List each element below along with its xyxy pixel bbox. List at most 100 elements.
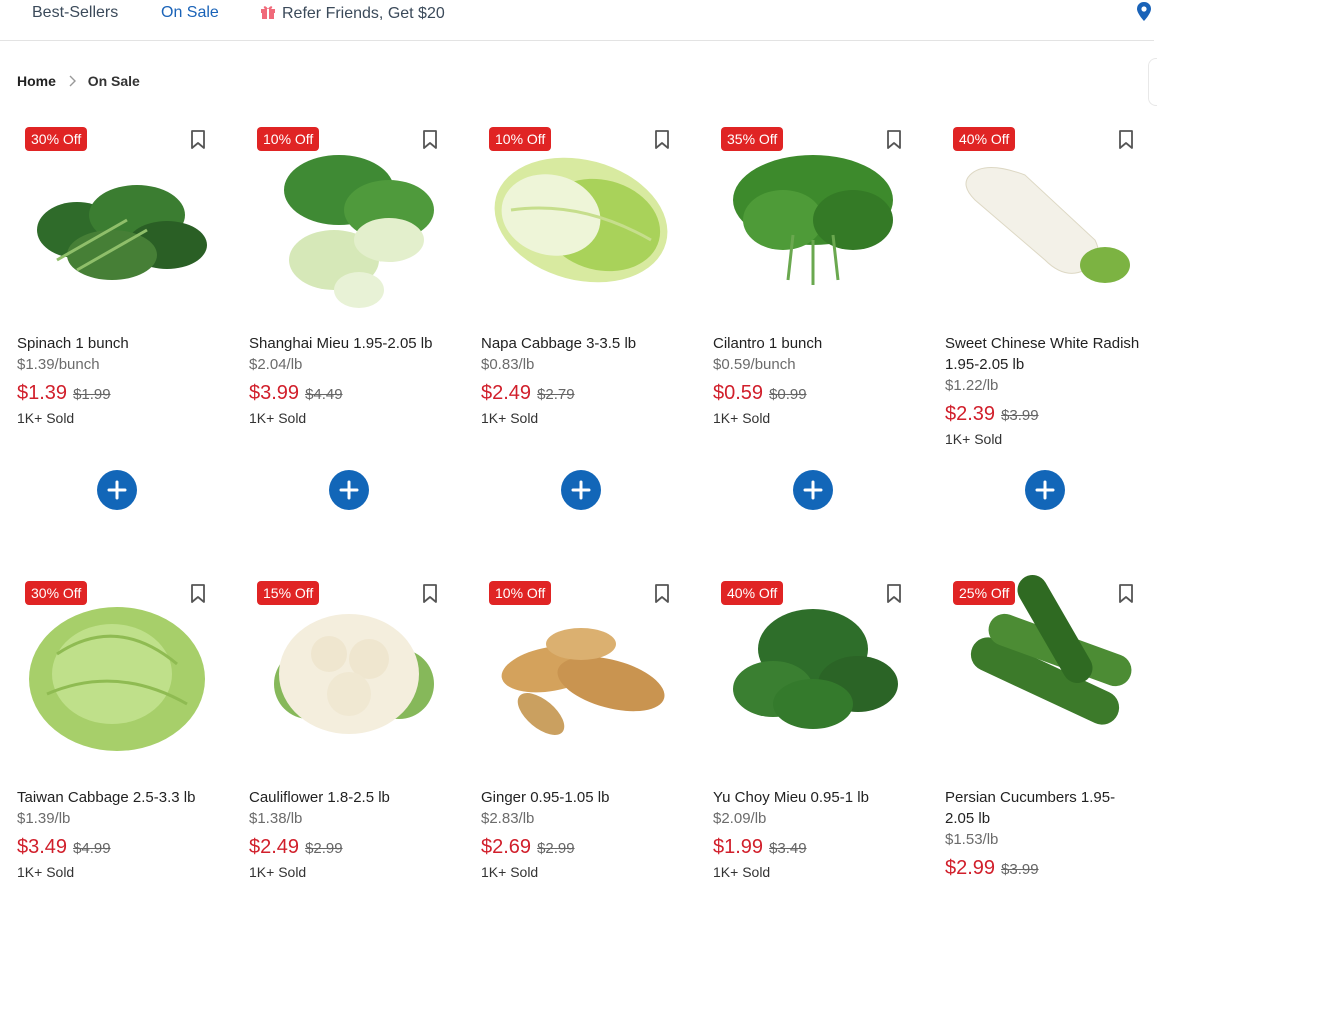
sale-price: $3.49: [17, 836, 68, 858]
product-info: Persian Cucumbers 1.95-2.05 lb $1.53/lb $2…: [945, 787, 1143, 880]
discount-badge: 10% Off: [489, 581, 552, 605]
product-name[interactable]: Ginger 0.95-1.05 lb: [481, 787, 679, 808]
sale-price: $2.99: [945, 857, 996, 879]
product-card[interactable]: 30% Off Taiwan Cabbage 2.5-3.3 lb $1.39/lb…: [17, 574, 217, 1014]
add-to-cart-button[interactable]: [1025, 470, 1065, 510]
sold-count: 1K+ Sold: [249, 864, 307, 880]
sale-price: $3.99: [249, 382, 300, 404]
product-card[interactable]: 15% Off Cauliflower 1.8-2.5 lb $1.38/lb $2.…: [249, 574, 449, 1014]
product-info: Ginger 0.95-1.05 lb $2.83/lb $2.69 $2.99 1K+…: [481, 787, 679, 881]
bookmark-icon[interactable]: [190, 130, 206, 150]
product-info: Yu Choy Mieu 0.95-1 lb $2.09/lb $1.99 $3.49…: [713, 787, 911, 881]
discount-badge: 10% Off: [257, 127, 320, 151]
price-row: $0.59 $0.99: [713, 381, 911, 405]
product-info: Spinach 1 bunch $1.39/bunch $1.39 $1.99 1K+ …: [17, 333, 215, 427]
sold-count: 1K+ Sold: [249, 410, 307, 426]
bookmark-icon[interactable]: [654, 584, 670, 604]
breadcrumb-current: On Sale: [87, 73, 140, 89]
location-pin-icon[interactable]: [1136, 2, 1152, 22]
unit-price: $2.04/lb: [249, 356, 303, 373]
product-name[interactable]: Yu Choy Mieu 0.95-1 lb: [713, 787, 911, 808]
unit-price: $0.59/bunch: [713, 356, 796, 373]
product-card[interactable]: 10% Off Ginger 0.95-1.05 lb $2.83/lb $2.69 $…: [481, 574, 681, 1014]
bookmark-icon[interactable]: [886, 130, 902, 150]
breadcrumb-home[interactable]: Home: [17, 73, 56, 89]
product-name[interactable]: Cilantro 1 bunch: [713, 333, 911, 354]
unit-price: $1.38/lb: [249, 810, 303, 827]
original-price: $4.49: [305, 386, 343, 403]
add-to-cart-button[interactable]: [97, 470, 137, 510]
price-row: $3.99 $4.49: [249, 381, 447, 405]
discount-badge: 30% Off: [25, 127, 88, 151]
add-to-cart-button[interactable]: [329, 470, 369, 510]
discount-badge: 40% Off: [953, 127, 1016, 151]
discount-badge: 35% Off: [721, 127, 784, 151]
sale-price: $0.59: [713, 382, 764, 404]
product-card[interactable]: 25% Off Persian Cucumbers 1.95-2.05 lb $1.…: [945, 574, 1145, 1014]
plus-icon: [1035, 480, 1055, 500]
product-name[interactable]: Persian Cucumbers 1.95-2.05 lb: [945, 787, 1143, 829]
product-info: Cauliflower 1.8-2.5 lb $1.38/lb $2.49 $2.99…: [249, 787, 447, 881]
sold-count: 1K+ Sold: [945, 431, 1003, 447]
top-nav: Best-Sellers On Sale Refer Friends, Get …: [0, 0, 1154, 41]
product-card[interactable]: 40% Off Yu Choy Mieu 0.95-1 lb $2.09/lb $1.…: [713, 574, 913, 1014]
bookmark-icon[interactable]: [1118, 584, 1134, 604]
nav-refer-friends[interactable]: Refer Friends, Get $20: [260, 4, 445, 23]
original-price: $2.99: [305, 840, 343, 857]
sale-price: $1.39: [17, 382, 68, 404]
original-price: $3.99: [1001, 861, 1039, 878]
sold-count: 1K+ Sold: [481, 410, 539, 426]
product-info: Taiwan Cabbage 2.5-3.3 lb $1.39/lb $3.49 $4…: [17, 787, 215, 881]
product-name[interactable]: Cauliflower 1.8-2.5 lb: [249, 787, 447, 808]
original-price: $0.99: [769, 386, 807, 403]
bookmark-icon[interactable]: [190, 584, 206, 604]
product-name[interactable]: Sweet Chinese White Radish 1.95-2.05 lb: [945, 333, 1143, 375]
sold-count: 1K+ Sold: [713, 410, 771, 426]
sold-count: 1K+ Sold: [17, 864, 75, 880]
add-to-cart-button[interactable]: [793, 470, 833, 510]
unit-price: $0.83/lb: [481, 356, 535, 373]
product-card[interactable]: 40% Off Sweet Chinese White Radish 1.95-2…: [945, 120, 1145, 560]
bookmark-icon[interactable]: [654, 130, 670, 150]
sold-count: 1K+ Sold: [17, 410, 75, 426]
bookmark-icon[interactable]: [422, 584, 438, 604]
product-info: Shanghai Mieu 1.95-2.05 lb $2.04/lb $3.99 $…: [249, 333, 447, 427]
gift-icon: [261, 6, 275, 19]
unit-price: $1.22/lb: [945, 377, 999, 394]
plus-icon: [107, 480, 127, 500]
price-row: $2.69 $2.99: [481, 835, 679, 859]
nav-on-sale[interactable]: On Sale: [161, 4, 219, 22]
nav-best-sellers[interactable]: Best-Sellers: [32, 4, 118, 22]
add-to-cart-button[interactable]: [561, 470, 601, 510]
product-info: Cilantro 1 bunch $0.59/bunch $0.59 $0.99 1K+…: [713, 333, 911, 427]
product-card[interactable]: 10% Off Shanghai Mieu 1.95-2.05 lb $2.04/l…: [249, 120, 449, 560]
product-name[interactable]: Spinach 1 bunch: [17, 333, 215, 354]
product-name[interactable]: Napa Cabbage 3-3.5 lb: [481, 333, 679, 354]
price-row: $1.99 $3.49: [713, 835, 911, 859]
product-name[interactable]: Shanghai Mieu 1.95-2.05 lb: [249, 333, 447, 354]
product-card[interactable]: 35% Off Cilantro 1 bunch $0.59/bunch $0.59 $…: [713, 120, 913, 560]
original-price: $2.79: [537, 386, 575, 403]
unit-price: $1.53/lb: [945, 831, 999, 848]
sale-price: $2.49: [249, 836, 300, 858]
bookmark-icon[interactable]: [886, 584, 902, 604]
sold-count: 1K+ Sold: [713, 864, 771, 880]
product-info: Sweet Chinese White Radish 1.95-2.05 lb $…: [945, 333, 1143, 448]
bookmark-icon[interactable]: [422, 130, 438, 150]
bookmark-icon[interactable]: [1118, 130, 1134, 150]
discount-badge: 40% Off: [721, 581, 784, 605]
plus-icon: [803, 480, 823, 500]
product-card[interactable]: 10% Off Napa Cabbage 3-3.5 lb $0.83/lb $2.4…: [481, 120, 681, 560]
side-panel-edge: [1148, 58, 1157, 106]
unit-price: $1.39/bunch: [17, 356, 100, 373]
sale-price: $2.49: [481, 382, 532, 404]
unit-price: $2.83/lb: [481, 810, 535, 827]
plus-icon: [571, 480, 591, 500]
original-price: $3.49: [769, 840, 807, 857]
original-price: $1.99: [73, 386, 111, 403]
product-info: Napa Cabbage 3-3.5 lb $0.83/lb $2.49 $2.79 1…: [481, 333, 679, 427]
product-card[interactable]: 30% Off Spinach 1 bunch $1.39/bunch $1.39 $1…: [17, 120, 217, 560]
unit-price: $1.39/lb: [17, 810, 71, 827]
original-price: $4.99: [73, 840, 111, 857]
product-name[interactable]: Taiwan Cabbage 2.5-3.3 lb: [17, 787, 215, 808]
